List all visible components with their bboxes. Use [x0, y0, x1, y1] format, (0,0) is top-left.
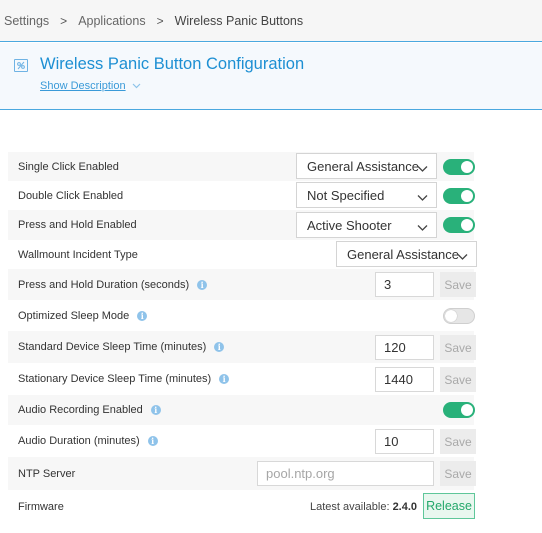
setting-row-press-hold-duration: Press and Hold Duration (seconds) i 3 Sa…	[8, 269, 476, 300]
setting-label-text: Standard Device Sleep Time (minutes)	[18, 341, 207, 353]
setting-label: Firmware	[18, 500, 64, 513]
toggle-knob	[461, 404, 473, 416]
setting-row-wallmount: Wallmount Incident Type General Assistan…	[8, 240, 477, 269]
setting-label: Single Click Enabled	[18, 160, 119, 173]
info-icon[interactable]: i	[137, 310, 148, 321]
single-click-type-select[interactable]: General Assistance	[296, 153, 437, 179]
save-button[interactable]: Save	[440, 429, 476, 454]
firmware-latest: Latest available: 2.4.0	[310, 501, 417, 513]
setting-row-optimized-sleep: Optimized Sleep Mode i	[8, 300, 475, 331]
show-description-link[interactable]: Show Description	[40, 80, 141, 92]
setting-row-single-click: Single Click Enabled General Assistance	[8, 152, 475, 181]
setting-row-double-click: Double Click Enabled Not Specified	[8, 181, 475, 210]
chevron-down-icon	[132, 80, 141, 92]
stationary-sleep-input[interactable]: 1440	[375, 367, 434, 392]
select-value: Not Specified	[307, 187, 385, 203]
save-button[interactable]: Save	[440, 461, 476, 486]
setting-label: Audio Recording Enabled i	[18, 404, 161, 416]
page-header: Wireless Panic Button Configuration Show…	[0, 43, 542, 110]
audio-recording-toggle[interactable]	[443, 402, 475, 418]
breadcrumb-separator: >	[156, 13, 164, 28]
info-icon[interactable]: i	[214, 342, 225, 352]
breadcrumb-settings[interactable]: Settings	[4, 14, 49, 28]
wallmount-incident-select[interactable]: General Assistance	[336, 241, 477, 267]
breadcrumb: Settings > Applications > Wireless Panic…	[0, 0, 542, 42]
select-value: General Assistance	[347, 246, 460, 262]
toggle-knob	[445, 310, 457, 322]
setting-label-text: Audio Duration (minutes)	[18, 435, 140, 447]
chevron-down-icon	[417, 190, 428, 205]
info-icon[interactable]: i	[150, 405, 161, 415]
save-button[interactable]: Save	[440, 272, 476, 297]
show-description-label: Show Description	[40, 80, 126, 92]
save-button[interactable]: Save	[440, 335, 476, 360]
setting-label-text: Optimized Sleep Mode	[18, 309, 130, 322]
setting-label-text: Press and Hold Duration (seconds)	[18, 278, 190, 291]
double-click-toggle[interactable]	[443, 188, 475, 204]
setting-row-stationary-sleep: Stationary Device Sleep Time (minutes) i…	[8, 363, 476, 395]
setting-row-audio-duration: Audio Duration (minutes) i 10 Save	[8, 425, 476, 457]
setting-label: Stationary Device Sleep Time (minutes) i	[18, 373, 230, 385]
setting-label: Optimized Sleep Mode i	[18, 309, 148, 322]
setting-label: Double Click Enabled	[18, 189, 124, 202]
press-hold-duration-input[interactable]: 3	[375, 272, 434, 297]
press-hold-toggle[interactable]	[443, 217, 475, 233]
setting-label-text: Audio Recording Enabled	[18, 404, 143, 416]
double-click-type-select[interactable]: Not Specified	[296, 182, 437, 208]
breadcrumb-current: Wireless Panic Buttons	[174, 13, 304, 28]
setting-label: Audio Duration (minutes) i	[18, 435, 158, 447]
standard-sleep-input[interactable]: 120	[375, 335, 434, 360]
select-value: Active Shooter	[307, 217, 392, 233]
breadcrumb-applications[interactable]: Applications	[78, 14, 145, 28]
audio-duration-input[interactable]: 10	[375, 429, 434, 454]
setting-label: Wallmount Incident Type	[18, 248, 138, 261]
chevron-down-icon	[457, 249, 468, 264]
setting-row-audio-recording: Audio Recording Enabled i	[8, 395, 475, 425]
save-button[interactable]: Save	[440, 367, 476, 392]
setting-row-press-hold: Press and Hold Enabled Active Shooter	[8, 210, 475, 240]
breadcrumb-separator: >	[60, 13, 68, 28]
setting-row-ntp-server: NTP Server pool.ntp.org Save	[8, 457, 476, 490]
press-hold-type-select[interactable]: Active Shooter	[296, 212, 437, 238]
release-button[interactable]: Release	[423, 493, 475, 519]
chevron-down-icon	[417, 161, 428, 176]
page-title: Wireless Panic Button Configuration	[40, 55, 305, 73]
info-icon[interactable]: i	[219, 374, 230, 384]
select-value: General Assistance	[307, 158, 420, 174]
optimized-sleep-toggle[interactable]	[443, 308, 475, 324]
toggle-knob	[461, 161, 473, 173]
chevron-down-icon	[417, 220, 428, 235]
setting-label: Press and Hold Enabled	[18, 219, 137, 231]
setting-label-text: Stationary Device Sleep Time (minutes)	[18, 373, 212, 385]
setting-label: Press and Hold Duration (seconds) i	[18, 278, 208, 291]
setting-row-standard-sleep: Standard Device Sleep Time (minutes) i 1…	[8, 331, 476, 363]
toggle-knob	[461, 190, 473, 202]
toggle-knob	[461, 219, 473, 231]
settings-list: Single Click Enabled General Assistance …	[8, 152, 477, 523]
single-click-toggle[interactable]	[443, 159, 475, 175]
firmware-latest-prefix: Latest available:	[310, 500, 393, 513]
setting-label: Standard Device Sleep Time (minutes) i	[18, 341, 225, 353]
setting-row-firmware: Firmware Latest available: 2.4.0 Release	[8, 490, 475, 523]
info-icon[interactable]: i	[197, 279, 208, 290]
ntp-server-input[interactable]: pool.ntp.org	[257, 461, 434, 486]
setting-label: NTP Server	[18, 467, 76, 480]
info-icon[interactable]: i	[147, 436, 158, 446]
firmware-version: 2.4.0	[392, 500, 418, 513]
panic-button-icon	[14, 59, 28, 72]
